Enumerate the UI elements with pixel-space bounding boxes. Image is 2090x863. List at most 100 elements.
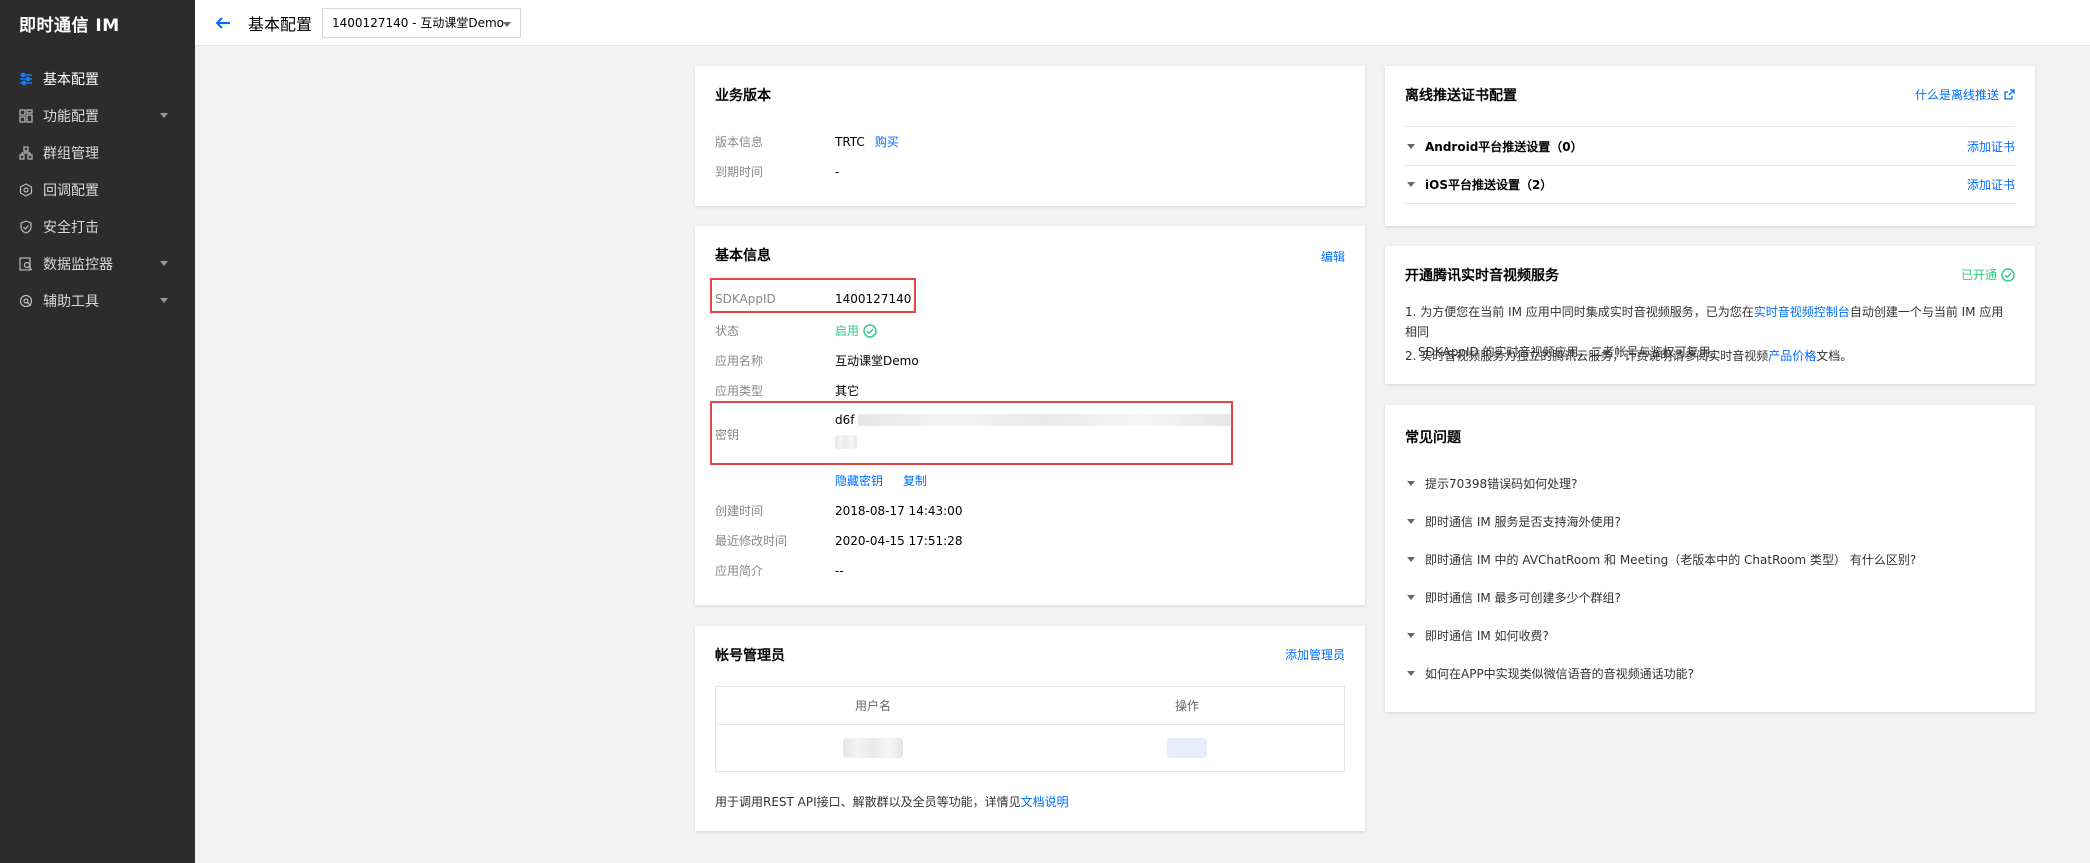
sidebar-item-group-management[interactable]: 群组管理 [0,134,195,171]
page-title: 基本配置 [248,14,313,34]
app-name-row: 应用名称 互动课堂Demo [715,352,919,369]
sdkappid-highlight [710,278,916,313]
modified-value: 2020-04-15 17:51:28 [835,533,963,548]
faq-item[interactable]: 提示70398错误码如何处理? [1405,475,1578,492]
check-circle-icon [2001,267,2015,282]
app-select[interactable]: 1400127140 - 互动课堂Demo [322,7,522,38]
ios-push-row[interactable]: iOS平台推送设置（2） 添加证书 [1405,165,2015,204]
sidebar-item-feature-config[interactable]: 功能配置 [0,97,195,134]
card-title: 离线推送证书配置 [1405,88,1517,104]
what-is-push-link[interactable]: 什么是离线推送 [1915,86,2015,103]
caret-down-icon [1407,633,1415,638]
col-username: 用户名 [854,699,891,713]
caret-down-icon [1407,519,1415,524]
copy-link[interactable]: 复制 [903,472,927,489]
status-value: 启用 [835,324,860,338]
app-name-label: 应用名称 [715,354,764,368]
modified-row: 最近修改时间 2020-04-15 17:51:28 [715,532,962,549]
table-header: 用户名 操作 [716,687,1344,725]
android-push-label: Android平台推送设置（0） [1425,139,1583,154]
business-version-card: 业务版本 版本信息 TRTC 购买 到期时间 - [695,66,1365,206]
status-label: 状态 [715,324,740,338]
card-title: 开通腾讯实时音视频服务 [1405,268,1559,284]
action-redacted[interactable] [1167,738,1207,758]
sidebar-item-label: 数据监控器 [43,256,113,273]
expire-row: 到期时间 - [715,163,839,180]
sidebar-item-callback-config[interactable]: 回调配置 [0,171,195,208]
modified-label: 最近修改时间 [715,534,788,548]
faq-item[interactable]: 如何在APP中实现类似微信语音的音视频通话功能? [1405,665,1694,682]
admin-footer: 用于调用REST API接口、解散群以及全员等功能，详情见文档说明 [715,793,1069,810]
caret-down-icon [1407,143,1415,149]
check-circle-icon [863,323,877,338]
sidebar-item-security[interactable]: 安全打击 [0,208,195,245]
monitor-icon [19,256,33,271]
faq-question: 即时通信 IM 如何收费? [1425,629,1549,643]
faq-question: 即时通信 IM 中的 AVChatRoom 和 Meeting（老版本中的 Ch… [1425,553,1917,567]
expire-label: 到期时间 [715,165,764,179]
sidebar: 即时通信 IM 基本配置 功能配置 群组管理 回调配置 安全打击 数据监控器 辅… [0,0,195,863]
chevron-down-icon [160,261,168,266]
caret-down-icon [1407,595,1415,600]
offline-push-card: 离线推送证书配置 什么是离线推送 Android平台推送设置（0） 添加证书 i… [1385,66,2035,226]
trtc-paragraph-2: 2. 实时音视频服务为独立的腾讯云服务，计费说明请参阅实时音视频产品价格文档。 [1405,346,2015,366]
caret-down-icon [1407,671,1415,676]
version-value: TRTC [835,134,865,149]
caret-down-icon [1407,182,1415,187]
sidebar-item-basic-config[interactable]: 基本配置 [0,60,195,97]
intro-label: 应用简介 [715,564,764,578]
app-select-value: 1400127140 - 互动课堂Demo [332,16,504,30]
faq-item[interactable]: 即时通信 IM 如何收费? [1405,627,1549,644]
sidebar-item-label: 群组管理 [43,145,99,162]
brand-title: 即时通信 IM [19,15,120,36]
faq-item[interactable]: 即时通信 IM 中的 AVChatRoom 和 Meeting（老版本中的 Ch… [1405,551,1916,568]
app-type-row: 应用类型 其它 [715,382,859,399]
expire-value: - [835,164,840,179]
hide-key-link[interactable]: 隐藏密钥 [835,472,883,489]
trtc-p1-text: 1. 为方便您在当前 IM 应用中同时集成实时音视频服务，已为您在 [1405,305,1754,319]
external-link-icon [2004,89,2015,100]
sidebar-item-label: 基本配置 [43,71,99,88]
secret-actions: 隐藏密钥 复制 [835,472,927,489]
version-row: 版本信息 TRTC 购买 [715,133,899,150]
sidebar-item-tools[interactable]: 辅助工具 [0,282,195,319]
created-label: 创建时间 [715,504,764,518]
tool-icon [19,294,33,308]
pricing-link[interactable]: 产品价格 [1768,349,1816,363]
app-name-value: 互动课堂Demo [835,354,919,368]
created-row: 创建时间 2018-08-17 14:43:00 [715,502,962,519]
chevron-down-icon [160,113,168,118]
faq-card: 常见问题 提示70398错误码如何处理? 即时通信 IM 服务是否支持海外使用?… [1385,405,2035,712]
faq-question: 即时通信 IM 最多可创建多少个群组? [1425,591,1621,605]
card-title: 基本信息 [715,248,771,264]
sidebar-item-label: 辅助工具 [43,293,99,310]
docs-link[interactable]: 文档说明 [1021,795,1069,809]
col-action: 操作 [1174,699,1199,713]
android-push-row[interactable]: Android平台推送设置（0） 添加证书 [1405,126,2015,165]
ios-push-label: iOS平台推送设置（2） [1425,178,1553,192]
table-row [716,725,1344,771]
add-cert-link-ios[interactable]: 添加证书 [1967,176,2015,193]
username-redacted [843,738,903,758]
account-admin-card: 帐号管理员 添加管理员 用户名 操作 用于调用REST API接口、解散群以及全… [695,626,1365,831]
add-admin-link[interactable]: 添加管理员 [1285,646,1345,663]
version-label: 版本信息 [715,135,764,149]
trtc-console-link[interactable]: 实时音视频控制台 [1754,305,1850,319]
buy-link[interactable]: 购买 [875,133,899,150]
edit-link[interactable]: 编辑 [1321,248,1345,265]
faq-question: 即时通信 IM 服务是否支持海外使用? [1425,515,1621,529]
top-bar: 基本配置 1400127140 - 互动课堂Demo [195,0,2090,46]
faq-item[interactable]: 即时通信 IM 最多可创建多少个群组? [1405,589,1621,606]
card-title: 帐号管理员 [715,648,785,664]
admin-table: 用户名 操作 [715,686,1345,772]
faq-question: 如何在APP中实现类似微信语音的音视频通话功能? [1425,667,1695,681]
service-status-label: 已开通 [1960,268,1997,282]
sidebar-nav: 基本配置 功能配置 群组管理 回调配置 安全打击 数据监控器 辅助工具 [0,60,195,319]
chevron-down-icon [503,21,512,27]
faq-item[interactable]: 即时通信 IM 服务是否支持海外使用? [1405,513,1621,530]
intro-row: 应用简介 -- [715,562,844,579]
chevron-down-icon [160,298,168,303]
add-cert-link-android[interactable]: 添加证书 [1967,138,2015,155]
sidebar-item-data-monitor[interactable]: 数据监控器 [0,245,195,282]
back-arrow-icon[interactable] [212,12,234,34]
